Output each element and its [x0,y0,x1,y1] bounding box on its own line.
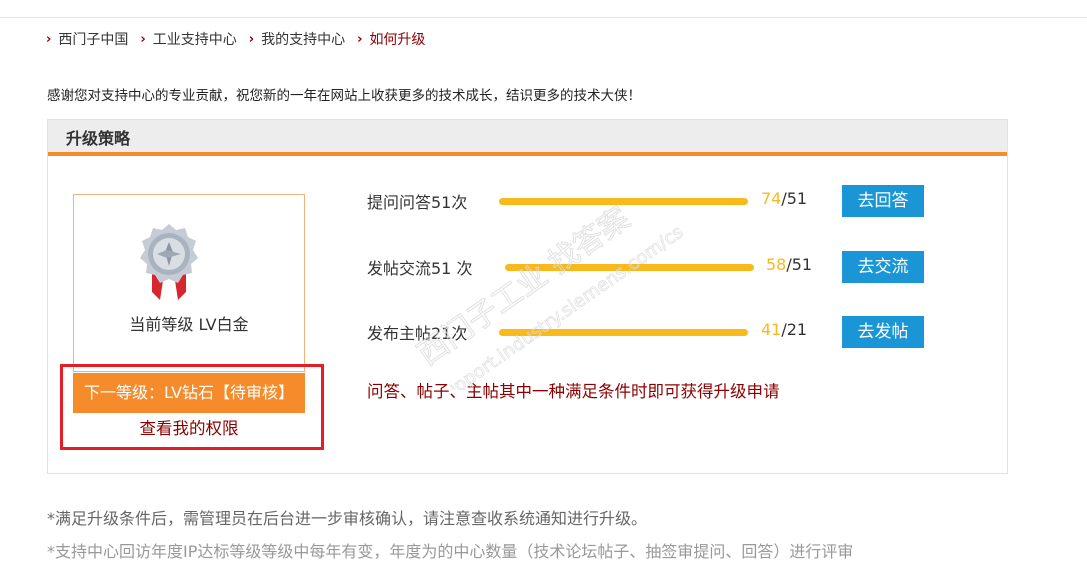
footnote-cutoff: *支持中心回访年度IP达标等级等级中每年有变，年度为的中心数量（技术论坛帖子、抽… [47,542,854,561]
panel-header: 升级策略 [48,120,1007,152]
task-row-threads: 发布主帖21次 41/21 去发帖 [367,315,927,348]
chevron-right-icon: › [248,31,255,47]
current-count: 74 [761,189,782,208]
go-discuss-button[interactable]: 去交流 [842,251,924,283]
breadcrumb-item-industry-support[interactable]: › 工业支持中心 [140,29,236,49]
highlight-box [60,364,324,450]
breadcrumb-label: 工业支持中心 [152,32,237,48]
go-answer-button[interactable]: 去回答 [842,185,924,217]
panel-accent-bar [48,152,1007,156]
task-label: 提问问答51次 [367,193,468,212]
task-label: 发布主帖21次 [367,324,468,343]
medal-icon [140,224,198,300]
progress-bar [499,329,748,336]
breadcrumb: › 西门子中国 › 工业支持中心 › 我的支持中心 › 如何升级 [46,29,437,49]
chevron-right-icon: › [46,31,52,47]
current-level-card: 当前等级 LV白金 [73,194,305,372]
breadcrumb-label: 如何升级 [369,32,426,48]
current-count: 58 [766,255,787,274]
task-count: 41/21 [761,320,807,339]
chevron-right-icon: › [357,31,363,47]
breadcrumb-item-my-support[interactable]: › 我的支持中心 [249,29,345,49]
task-row-posts: 发帖交流51 次 58/51 去交流 [367,250,927,283]
footnote: *满足升级条件后，需管理员在后台进一步审核确认，请注意查收系统通知进行升级。 [47,509,648,528]
breadcrumb-item-siemens-china[interactable]: › 西门子中国 [46,29,128,49]
target-count: /51 [786,255,813,274]
task-row-answers: 提问问答51次 74/51 去回答 [367,184,927,217]
breadcrumb-item-how-to-upgrade[interactable]: › 如何升级 [357,29,425,49]
task-count: 74/51 [761,189,807,208]
task-label: 发帖交流51 次 [367,259,473,278]
target-count: /21 [781,320,808,339]
upgrade-rule-text: 问答、帖子、主帖其中一种满足条件时即可获得升级申请 [367,382,780,401]
go-post-button[interactable]: 去发帖 [842,316,924,348]
top-divider [0,17,1087,18]
progress-bar [499,198,748,205]
current-level-label: 当前等级 LV白金 [129,315,249,334]
intro-text: 感谢您对支持中心的专业贡献，祝您新的一年在网站上收获更多的技术成长，结识更多的技… [47,88,641,104]
task-count: 58/51 [766,255,812,274]
target-count: /51 [781,189,808,208]
breadcrumb-label: 西门子中国 [58,32,129,48]
chevron-right-icon: › [140,31,146,47]
panel-title: 升级策略 [66,129,131,148]
current-count: 41 [761,320,782,339]
breadcrumb-label: 我的支持中心 [261,32,346,48]
progress-bar [505,264,754,271]
